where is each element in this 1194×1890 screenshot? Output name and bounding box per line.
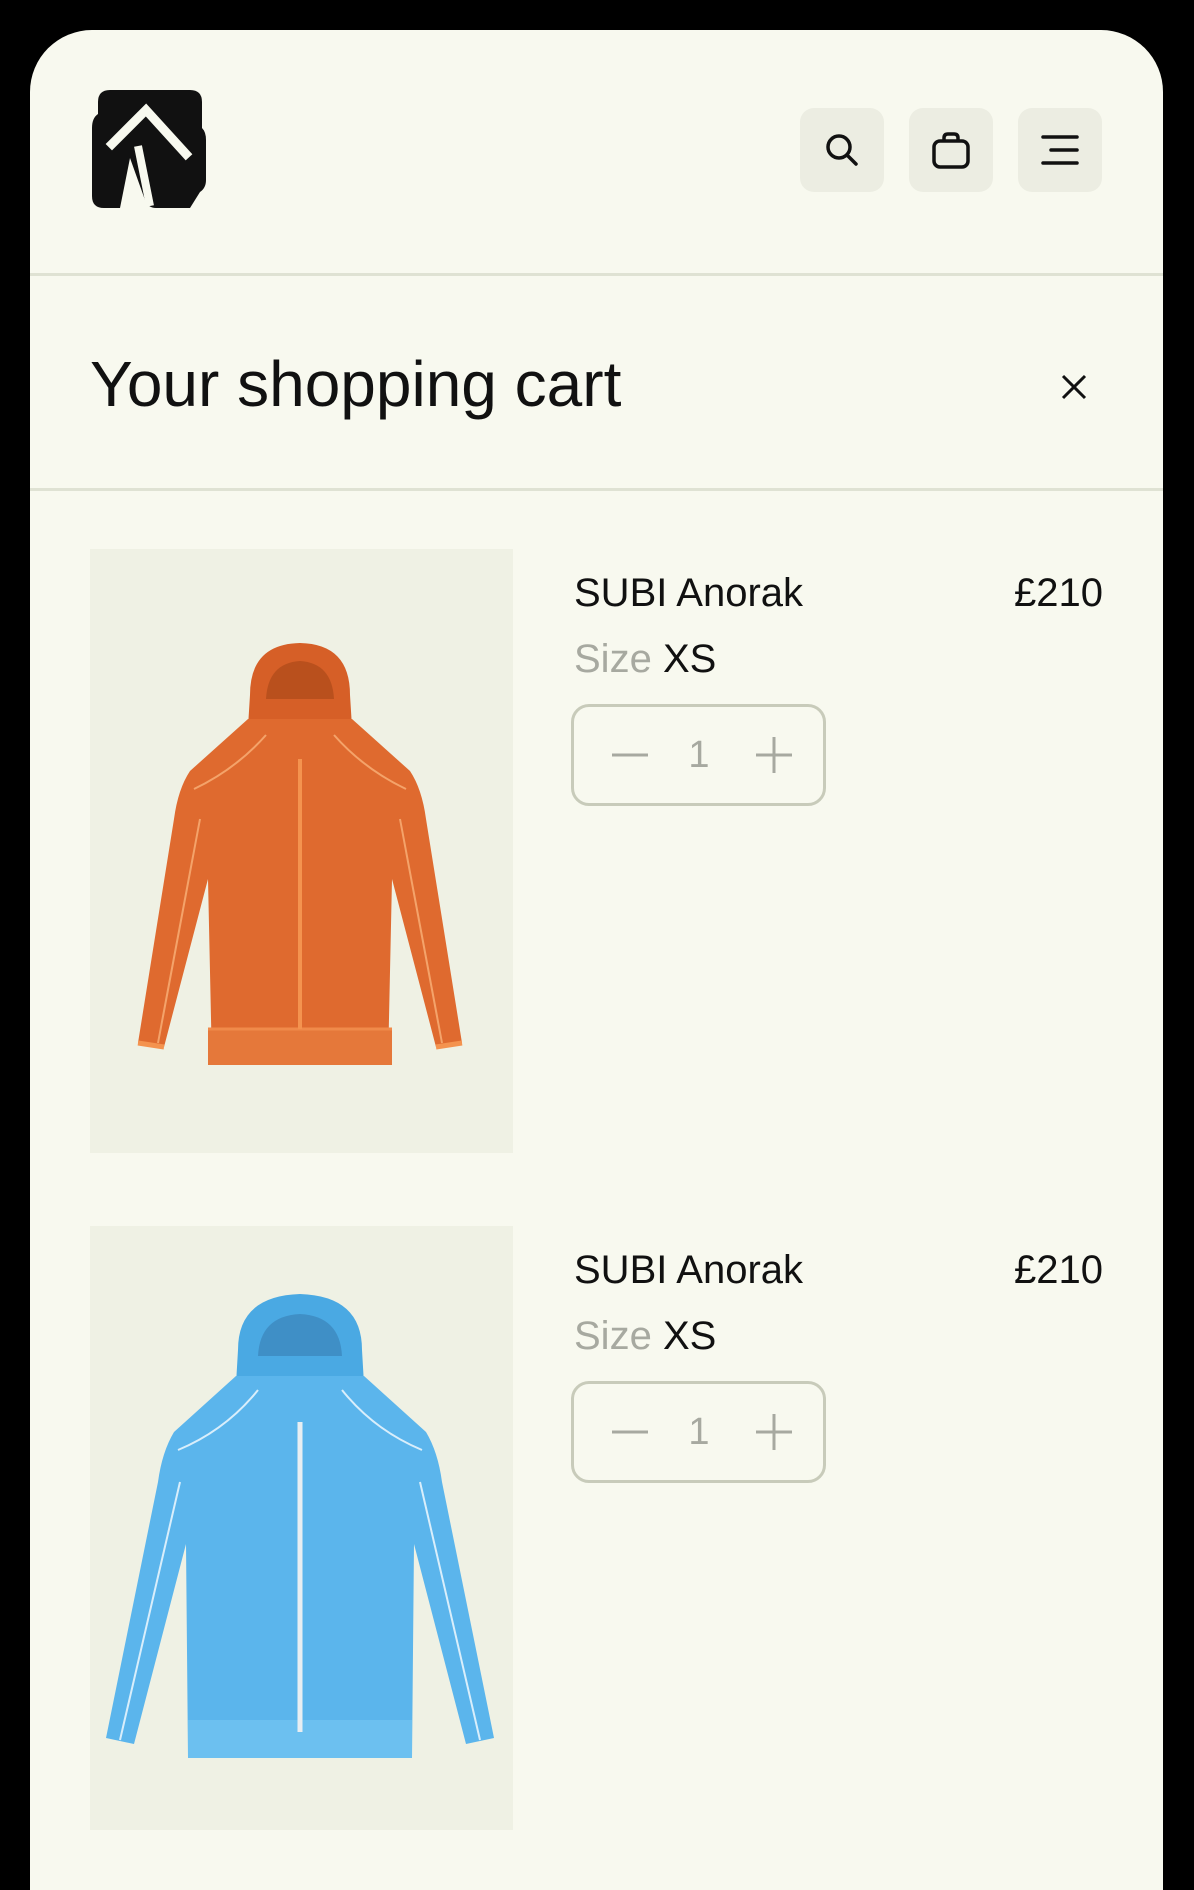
quantity-value: 1 (688, 1411, 710, 1453)
item-price: £210 (1014, 571, 1103, 615)
brand-logo-icon[interactable] (90, 88, 207, 210)
close-cart-button[interactable] (1053, 366, 1095, 408)
size-label: Size (574, 1314, 652, 1358)
app-screen: Your shopping cart SUBI Anorak £210 Size… (30, 30, 1163, 1890)
menu-button[interactable] (1018, 108, 1102, 192)
orange-anorak-image (137, 643, 463, 1065)
blue-anorak-image (106, 1294, 494, 1758)
search-button[interactable] (800, 108, 884, 192)
increase-quantity-button[interactable] (734, 1384, 814, 1480)
decrease-quantity-button[interactable] (590, 1384, 670, 1480)
quantity-stepper: 1 (571, 1381, 826, 1483)
increase-quantity-button[interactable] (734, 707, 814, 803)
decrease-quantity-button[interactable] (590, 707, 670, 803)
product-image[interactable] (90, 1226, 513, 1830)
menu-icon (1041, 135, 1079, 165)
item-name[interactable]: SUBI Anorak (574, 1246, 803, 1294)
cart-item: SUBI Anorak £210 Size XS 1 (30, 1226, 1163, 1831)
quantity-value: 1 (688, 734, 710, 776)
search-icon (826, 134, 858, 166)
plus-icon (756, 737, 792, 773)
minus-icon (612, 753, 648, 757)
item-size: Size XS (574, 635, 716, 683)
shopping-bag-icon (932, 132, 970, 169)
item-name[interactable]: SUBI Anorak (574, 569, 803, 617)
size-label: Size (574, 637, 652, 681)
product-image[interactable] (90, 549, 513, 1153)
quantity-stepper: 1 (571, 704, 826, 806)
minus-icon (612, 1430, 648, 1434)
cart-header: Your shopping cart (30, 276, 1163, 491)
plus-icon (756, 1414, 792, 1450)
cart-item: SUBI Anorak £210 Size XS 1 (30, 549, 1163, 1154)
site-header (30, 30, 1163, 276)
size-value: XS (662, 1314, 717, 1358)
item-size: Size XS (574, 1312, 716, 1360)
cart-button[interactable] (909, 108, 993, 192)
close-icon (1061, 374, 1087, 400)
size-value: XS (662, 637, 717, 681)
item-price: £210 (1014, 1248, 1103, 1292)
cart-title: Your shopping cart (90, 348, 622, 420)
